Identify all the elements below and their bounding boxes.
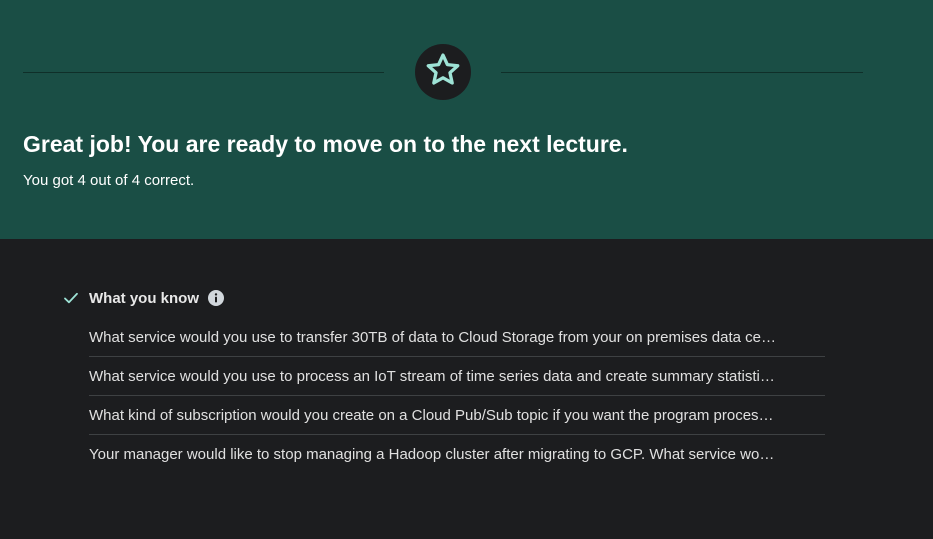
question-item[interactable]: What service would you use to process an… bbox=[89, 357, 825, 396]
result-title: Great job! You are ready to move on to t… bbox=[23, 131, 628, 157]
question-item[interactable]: What service would you use to transfer 3… bbox=[89, 318, 825, 357]
banner-divider-left bbox=[23, 72, 384, 73]
question-text: What service would you use to process an… bbox=[89, 367, 775, 385]
banner-divider-right bbox=[501, 72, 863, 73]
question-text: What kind of subscription would you crea… bbox=[89, 406, 774, 424]
what-you-know-header: What you know bbox=[62, 288, 224, 308]
star-icon bbox=[424, 51, 462, 94]
star-badge bbox=[415, 44, 471, 100]
section-title: What you know bbox=[89, 289, 199, 307]
result-banner: Great job! You are ready to move on to t… bbox=[0, 0, 933, 239]
question-text: What service would you use to transfer 3… bbox=[89, 328, 777, 346]
question-text: Your manager would like to stop managing… bbox=[89, 446, 775, 463]
question-list: What service would you use to transfer 3… bbox=[89, 318, 825, 474]
question-item[interactable]: Your manager would like to stop managing… bbox=[89, 435, 825, 474]
results-section: What you know What service would you use… bbox=[0, 239, 933, 539]
check-icon bbox=[62, 289, 80, 307]
score-summary: You got 4 out of 4 correct. bbox=[23, 172, 195, 189]
question-item[interactable]: What kind of subscription would you crea… bbox=[89, 396, 825, 435]
info-icon[interactable] bbox=[208, 290, 224, 306]
